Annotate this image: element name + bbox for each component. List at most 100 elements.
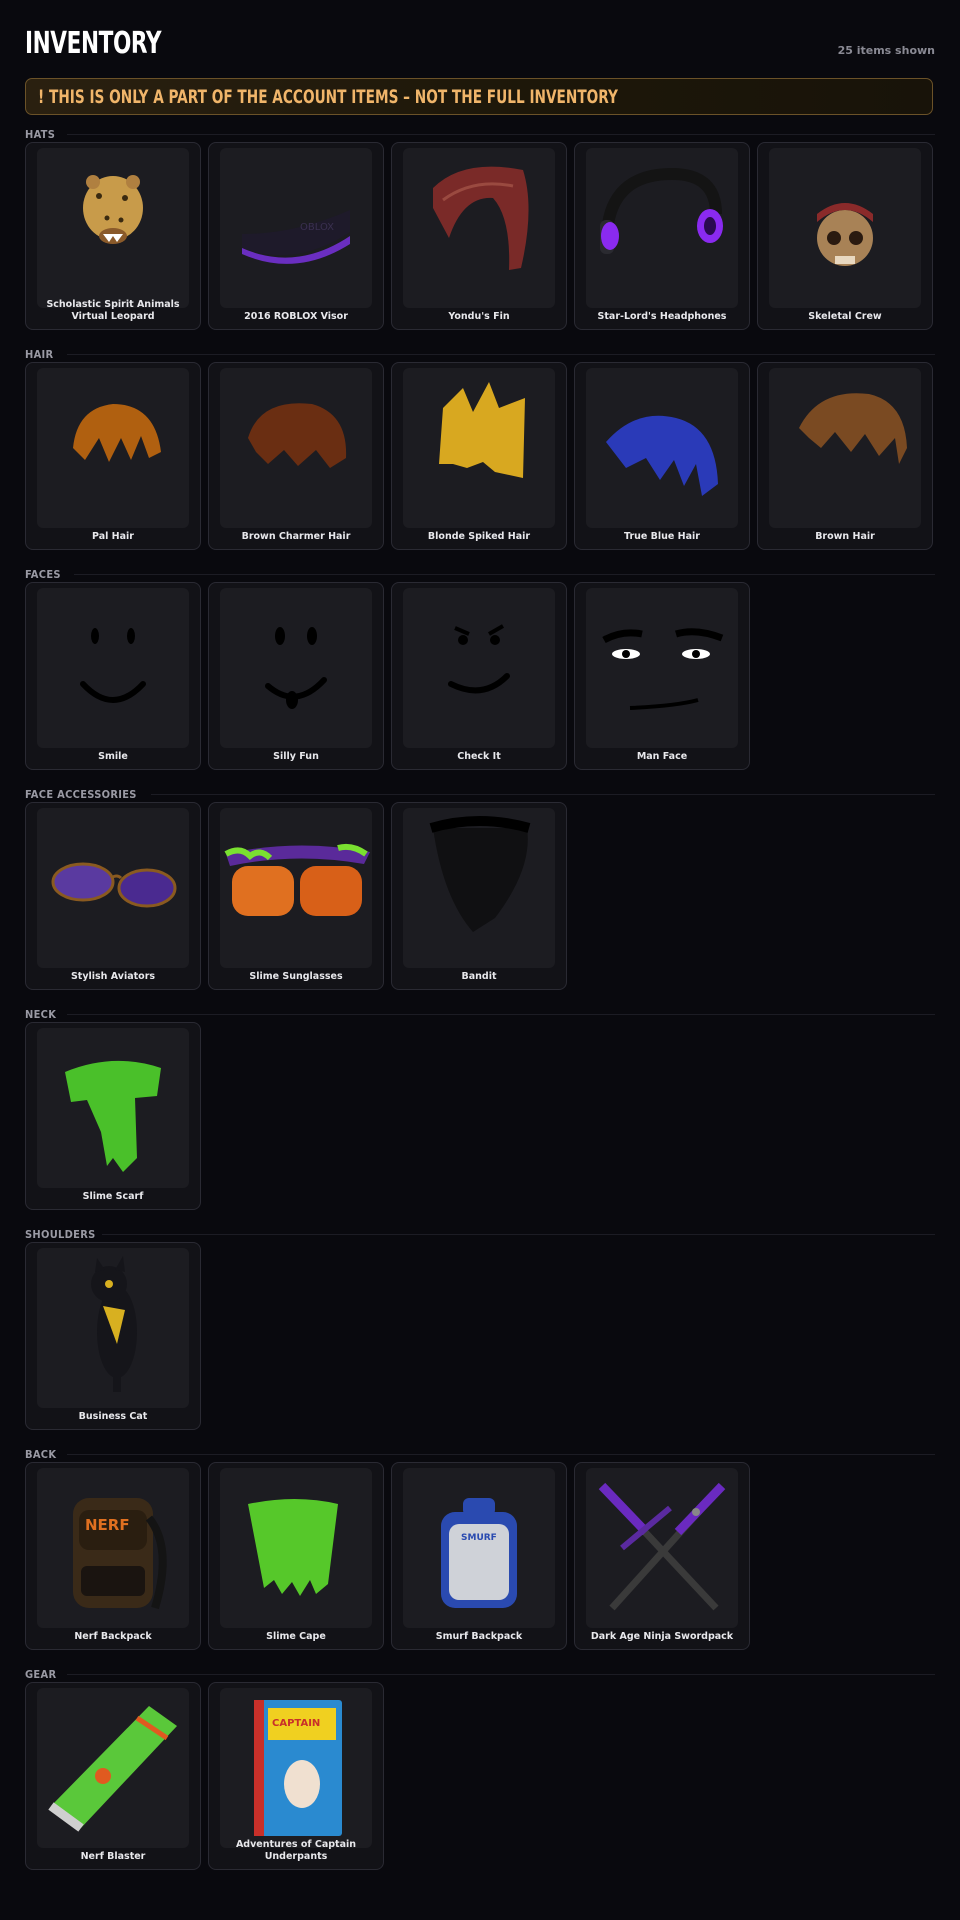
- svg-text:OBLOX: OBLOX: [300, 222, 334, 233]
- item-thumbnail: NERF: [37, 1468, 189, 1628]
- item-thumbnail: [220, 588, 372, 748]
- section-divider: [67, 1674, 935, 1675]
- item-card[interactable]: Slime Scarf: [25, 1022, 201, 1210]
- item-thumbnail: [220, 368, 372, 528]
- section-header: HAIR: [25, 348, 935, 362]
- item-card[interactable]: Stylish Aviators: [25, 802, 201, 990]
- item-card[interactable]: Man Face: [574, 582, 750, 770]
- item-card[interactable]: Pal Hair: [25, 362, 201, 550]
- hair-blonde-icon: [439, 382, 525, 478]
- item-name: Silly Fun: [273, 751, 319, 762]
- section-header: BACK: [25, 1448, 935, 1462]
- section-title: NECK: [25, 1008, 57, 1021]
- item-card[interactable]: Skeletal Crew: [757, 142, 933, 330]
- aviators-icon: [51, 862, 177, 908]
- section-divider: [67, 134, 935, 135]
- item-thumbnail: [37, 148, 189, 308]
- item-name: Scholastic Spirit Animals Virtual Leopar…: [46, 299, 180, 322]
- item-card[interactable]: Dark Age Ninja Swordpack: [574, 1462, 750, 1650]
- section-shoulders: SHOULDERS Business Cat: [25, 1228, 935, 1430]
- item-thumbnail: [37, 1248, 189, 1408]
- item-card[interactable]: Check It: [391, 582, 567, 770]
- item-card[interactable]: Nerf Blaster: [25, 1682, 201, 1870]
- item-card[interactable]: NERF Nerf Backpack: [25, 1462, 201, 1650]
- item-thumbnail: [37, 588, 189, 748]
- section-back: BACK NERF Nerf Backpack Slime Cape SMURF Smur…: [25, 1448, 935, 1650]
- section-face-accessories: FACE ACCESSORIES Stylish Aviators Slime Su…: [25, 788, 935, 990]
- item-name: Nerf Blaster: [80, 1851, 146, 1862]
- item-card[interactable]: Scholastic Spirit Animals Virtual Leopar…: [25, 142, 201, 330]
- item-thumbnail: OBLOX: [220, 148, 372, 308]
- svg-text:CAPTAIN: CAPTAIN: [272, 1718, 320, 1729]
- item-card[interactable]: Silly Fun: [208, 582, 384, 770]
- item-card[interactable]: Star-Lord's Headphones: [574, 142, 750, 330]
- item-name: Dark Age Ninja Swordpack: [590, 1631, 734, 1642]
- cat-icon: [91, 1256, 137, 1392]
- face-silly-icon: [265, 627, 327, 709]
- item-thumbnail: CAPTAIN: [220, 1688, 372, 1848]
- item-card[interactable]: SMURF Smurf Backpack: [391, 1462, 567, 1650]
- item-card[interactable]: CAPTAIN Adventures of Captain Underpants: [208, 1682, 384, 1870]
- item-thumbnail: [403, 148, 555, 308]
- svg-text:SMURF: SMURF: [461, 1533, 497, 1543]
- face-smile-icon: [80, 628, 146, 703]
- notice-banner: ! THIS IS ONLY A PART OF THE ACCOUNT ITE…: [25, 78, 933, 115]
- section-title: BACK: [25, 1448, 57, 1461]
- item-thumbnail: [403, 368, 555, 528]
- item-thumbnail: [586, 148, 738, 308]
- section-header: GEAR: [25, 1668, 935, 1682]
- item-thumbnail: [586, 368, 738, 528]
- section-divider: [67, 1014, 935, 1015]
- item-name: Skeletal Crew: [808, 311, 882, 322]
- item-card[interactable]: Yondu's Fin: [391, 142, 567, 330]
- hair-blue-icon: [606, 415, 718, 496]
- item-thumbnail: [37, 368, 189, 528]
- item-card[interactable]: Slime Sunglasses: [208, 802, 384, 990]
- item-card[interactable]: Brown Hair: [757, 362, 933, 550]
- section-divider: [74, 574, 935, 575]
- section-header: HATS: [25, 128, 935, 142]
- item-thumbnail: [37, 808, 189, 968]
- item-card[interactable]: Slime Cape: [208, 1462, 384, 1650]
- bandit-icon: [429, 816, 531, 932]
- slime-scarf-icon: [65, 1060, 161, 1172]
- item-name: Yondu's Fin: [448, 311, 510, 322]
- skull-icon: [817, 203, 873, 266]
- item-name: Smile: [98, 751, 128, 762]
- item-name: Smurf Backpack: [435, 1631, 523, 1642]
- section-header: FACE ACCESSORIES: [25, 788, 935, 802]
- item-thumbnail: [37, 1688, 189, 1848]
- section-gear: GEAR Nerf Blaster CAPTAIN Adventures of Cap…: [25, 1668, 935, 1870]
- slime-cape-icon: [248, 1499, 338, 1596]
- item-thumbnail: [403, 588, 555, 748]
- book-icon: CAPTAIN: [254, 1700, 342, 1836]
- page-title: INVENTORY: [25, 26, 162, 61]
- section-faces: FACES Smile Silly Fun Check It Man Face: [25, 568, 935, 770]
- item-card[interactable]: Bandit: [391, 802, 567, 990]
- items-count: 25 items shown: [837, 44, 935, 57]
- section-title: HATS: [25, 128, 56, 141]
- item-name: Slime Cape: [266, 1631, 326, 1642]
- section-divider: [151, 794, 935, 795]
- swords-icon: [598, 1482, 726, 1611]
- item-card[interactable]: OBLOX 2016 ROBLOX Visor: [208, 142, 384, 330]
- item-thumbnail: [220, 808, 372, 968]
- page-header: INVENTORY 25 items shown: [25, 26, 935, 66]
- section-hats: HATS Scholastic Spirit Animals Virtual Le…: [25, 128, 935, 330]
- item-name: True Blue Hair: [624, 531, 700, 542]
- item-card[interactable]: Brown Charmer Hair: [208, 362, 384, 550]
- headphones-icon: [600, 167, 723, 254]
- item-card[interactable]: True Blue Hair: [574, 362, 750, 550]
- item-thumbnail: [37, 1028, 189, 1188]
- item-card[interactable]: Business Cat: [25, 1242, 201, 1430]
- item-card[interactable]: Smile: [25, 582, 201, 770]
- item-name: Check It: [457, 751, 501, 762]
- section-neck: NECK Slime Scarf: [25, 1008, 935, 1210]
- item-thumbnail: SMURF: [403, 1468, 555, 1628]
- section-header: SHOULDERS: [25, 1228, 935, 1242]
- section-title: GEAR: [25, 1668, 57, 1681]
- item-card[interactable]: Blonde Spiked Hair: [391, 362, 567, 550]
- face-check-icon: [448, 624, 510, 694]
- section-title: HAIR: [25, 348, 54, 361]
- item-name: Bandit: [461, 971, 497, 982]
